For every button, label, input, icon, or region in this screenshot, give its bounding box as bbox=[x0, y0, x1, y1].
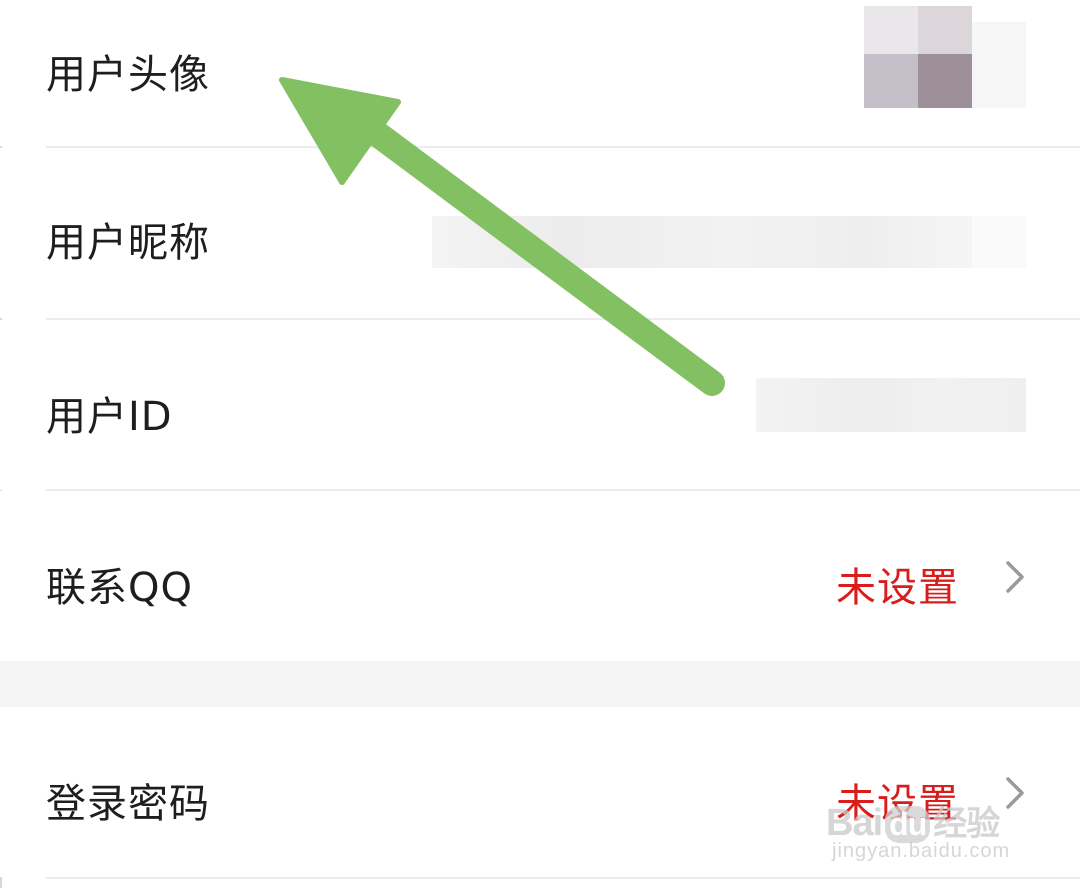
avatar-row[interactable]: 用户头像 bbox=[0, 0, 1080, 146]
avatar-row-label: 用户头像 bbox=[46, 52, 210, 98]
chevron-right-icon bbox=[1006, 777, 1024, 809]
user-id-row-label: 用户ID bbox=[46, 394, 173, 440]
contact-qq-status: 未设置 bbox=[836, 565, 959, 611]
nickname-row[interactable]: 用户昵称 bbox=[0, 148, 1080, 318]
avatar-blur-edge bbox=[972, 22, 1026, 108]
contact-qq-row-label: 联系QQ bbox=[46, 565, 193, 611]
nickname-row-label: 用户昵称 bbox=[46, 220, 210, 266]
contact-qq-row[interactable]: 联系QQ 未设置 bbox=[0, 491, 1080, 661]
user-id-value-blurred bbox=[756, 378, 1026, 432]
chevron-right-icon bbox=[1006, 561, 1024, 593]
login-password-row-label: 登录密码 bbox=[46, 781, 210, 827]
avatar-image-pixelated[interactable] bbox=[864, 6, 972, 108]
watermark-url: jingyan.baidu.com bbox=[832, 840, 1011, 862]
user-id-row[interactable]: 用户ID bbox=[0, 320, 1080, 490]
nickname-blur-edge bbox=[972, 216, 1026, 268]
divider bbox=[46, 877, 1080, 879]
section-gap bbox=[0, 661, 1080, 707]
nickname-value-blurred bbox=[432, 216, 972, 268]
watermark-logo: Bai du 经验 bbox=[826, 802, 1000, 844]
